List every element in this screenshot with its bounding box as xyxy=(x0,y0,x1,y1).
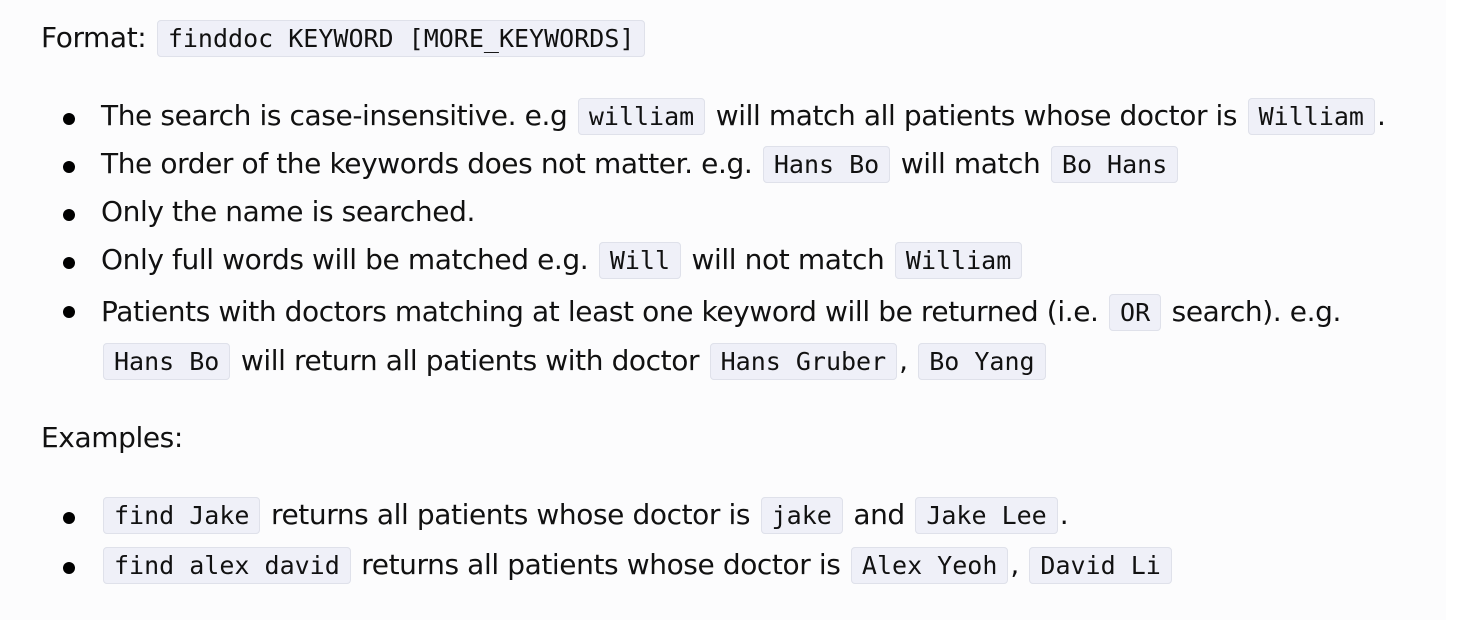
document-body: Format: finddoc KEYWORD [MORE_KEYWORDS] … xyxy=(0,0,1446,620)
note-text: will match xyxy=(892,147,1049,180)
inline-code: william xyxy=(577,98,706,135)
inline-code: Alex Yeoh xyxy=(850,547,1009,584)
inline-code: OR xyxy=(1109,294,1162,331)
note-text: Patients with doctors matching at least … xyxy=(101,295,1108,328)
example-text: , xyxy=(1010,548,1028,581)
list-item: find Jake returns all patients whose doc… xyxy=(60,495,1440,545)
list-item: Patients with doctors matching at least … xyxy=(60,288,1381,386)
format-line: Format: finddoc KEYWORD [MORE_KEYWORDS] xyxy=(41,18,647,59)
inline-code: Will xyxy=(598,242,682,279)
inline-code: find alex david xyxy=(103,547,351,584)
note-text: will match all patients whose doctor is xyxy=(707,99,1246,132)
example-text: returns all patients whose doctor is xyxy=(262,498,759,531)
inline-code: William xyxy=(894,242,1023,279)
example-text: and xyxy=(844,498,914,531)
inline-code: Hans Bo xyxy=(762,146,891,183)
list-item: The search is case-insensitive. e.g will… xyxy=(60,96,1440,144)
inline-code: Jake Lee xyxy=(915,497,1058,534)
inline-code: Bo Yang xyxy=(918,343,1046,380)
inline-code: William xyxy=(1247,98,1375,135)
bullet-icon xyxy=(63,562,75,574)
examples-heading: Examples: xyxy=(41,421,183,454)
note-text: . xyxy=(1376,99,1386,132)
list-item: The order of the keywords does not matte… xyxy=(60,144,1440,192)
inline-code: Hans Gruber xyxy=(709,343,898,380)
inline-code: Bo Hans xyxy=(1050,146,1179,183)
bullet-icon xyxy=(63,306,75,318)
inline-code: find Jake xyxy=(103,497,261,534)
example-text: returns all patients whose doctor is xyxy=(352,548,849,581)
example-text: . xyxy=(1059,498,1069,531)
note-text: , xyxy=(899,344,917,377)
note-text: The order of the keywords does not matte… xyxy=(101,147,761,180)
note-text: The search is case-insensitive. e.g xyxy=(101,99,576,132)
notes-list: The search is case-insensitive. e.g will… xyxy=(60,96,1440,386)
inline-code: David Li xyxy=(1029,547,1172,584)
bullet-icon xyxy=(63,512,75,524)
list-item: Only the name is searched. xyxy=(60,192,1440,240)
note-text: Only full words will be matched e.g. xyxy=(101,243,597,276)
note-text: will return all patients with doctor xyxy=(232,344,708,377)
examples-list: find Jake returns all patients whose doc… xyxy=(60,495,1440,595)
list-item: find alex david returns all patients who… xyxy=(60,545,1440,595)
format-label: Format: xyxy=(41,21,147,54)
list-item: Only full words will be matched e.g. Wil… xyxy=(60,240,1440,288)
inline-code: Hans Bo xyxy=(103,343,231,380)
bullet-icon xyxy=(63,209,75,221)
note-text: will not match xyxy=(683,243,893,276)
bullet-icon xyxy=(63,113,75,125)
format-syntax: finddoc KEYWORD [MORE_KEYWORDS] xyxy=(156,20,646,57)
bullet-icon xyxy=(63,257,75,269)
note-text: Only the name is searched. xyxy=(101,195,475,228)
note-text: search). e.g. xyxy=(1163,295,1342,328)
inline-code: jake xyxy=(760,497,843,534)
bullet-icon xyxy=(63,161,75,173)
